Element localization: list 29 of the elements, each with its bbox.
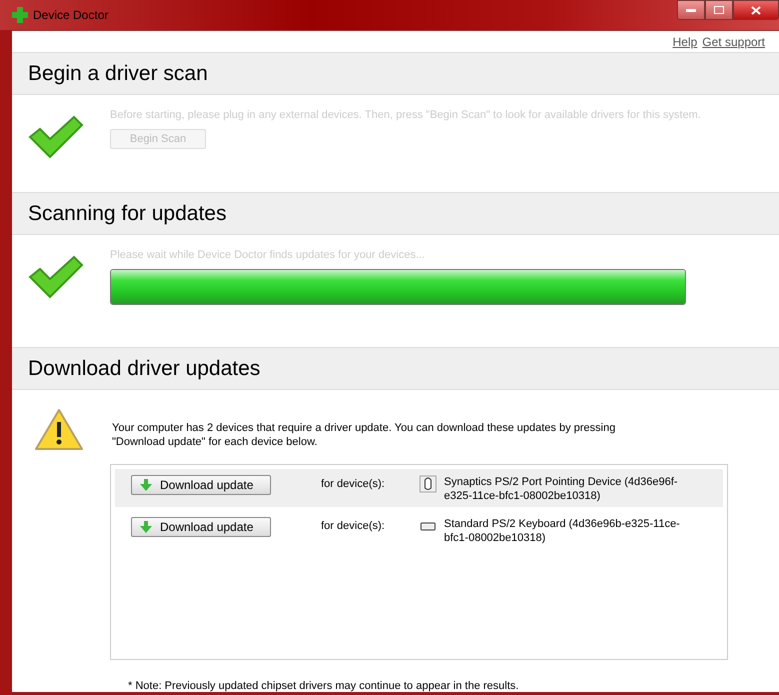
header-link[interactable]: Get support [702,34,765,48]
section-heading: Download driver updates [12,347,779,390]
section-heading: Begin a driver scan [12,52,779,95]
device-row[interactable]: Download update for device(s): Standard PS/2 Keyboard (4d36e96b-e325-11ce-bfc1-08002be10318) [115,511,723,549]
checkmark-icon [28,115,84,159]
checkmark-icon [28,255,84,299]
plus-logo-icon [12,7,28,23]
minimize-icon [686,8,696,12]
close-icon [751,6,761,14]
maximize-icon [714,6,724,14]
maximize-button[interactable] [705,0,733,20]
download-arrow-icon [140,521,152,533]
download-arrow-icon [140,479,152,491]
window-title: Device Doctor [33,8,108,22]
info-text: Your computer has 2 devices that require a driver update. You can download these updates by pressing "Download update" for each device below. [112,421,616,450]
download-button[interactable]: Download update [131,475,271,495]
minimize-button[interactable] [677,0,705,20]
download-button[interactable]: Download update [131,517,271,537]
device-name: Standard PS/2 Keyboard (4d36e96b-e325-11ce-bfc1-08002be10318) [444,517,681,545]
mouse-icon [419,475,437,493]
note-text: * Note: Previously updated chipset drivers may continue to appear in the results. [128,680,520,692]
device-label: for device(s): [321,478,386,490]
device-name: Synaptics PS/2 Port Pointing Device (4d36e96f-e325-11ce-bfc1-08002be10318) [444,475,679,503]
close-button[interactable] [733,0,779,20]
section-heading: Scanning for updates [12,192,779,235]
header-link[interactable]: Help [672,34,698,48]
device-label: for device(s): [321,520,386,532]
warning-icon [34,408,84,452]
device-row[interactable]: Download update for device(s): Synaptics PS/2 Port Pointing Device (4d36e96f-e325-11ce-bfc1-08002be10318) [115,469,723,507]
